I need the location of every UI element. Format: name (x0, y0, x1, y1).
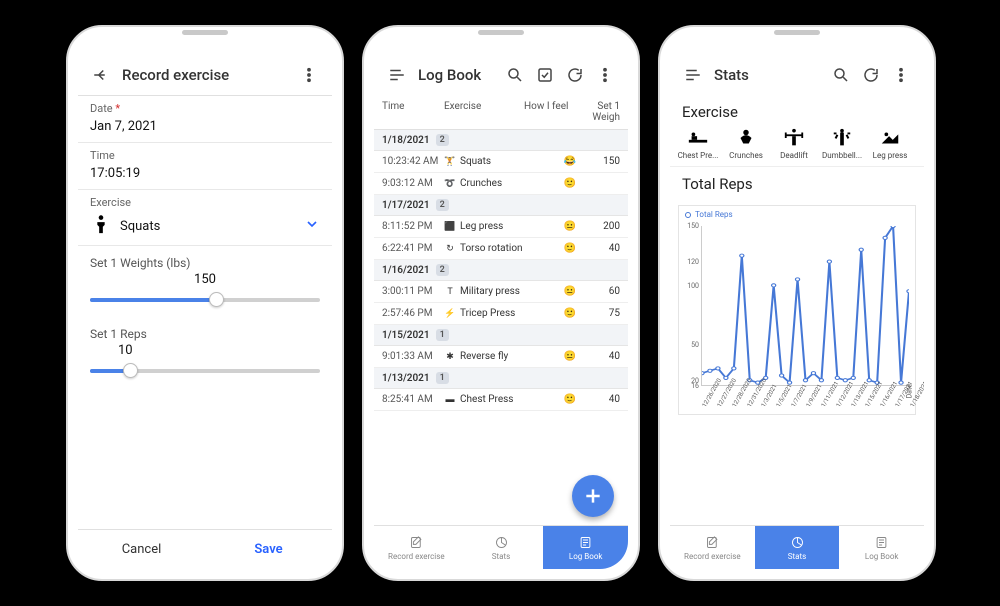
tab-stats[interactable]: Stats (459, 526, 544, 569)
tab-logbook[interactable]: Log Book (543, 526, 628, 569)
refresh-icon[interactable] (859, 63, 883, 87)
more-vert-icon[interactable] (889, 63, 913, 87)
phone-logbook: Log Book Time Exercise How I feel Set 1 … (362, 25, 640, 581)
exercise-item[interactable]: Chest Pre... (676, 125, 720, 160)
tab-label: Stats (492, 552, 510, 561)
exercise-icon (684, 125, 712, 151)
exercise-icon (828, 125, 856, 151)
set1-reps-slider[interactable] (90, 362, 320, 380)
date-group-header: 1/17/20212 (374, 195, 628, 216)
refresh-icon[interactable] (563, 63, 587, 87)
set1-weight-label: Set 1 Weights (lbs) (90, 256, 320, 270)
set1-weight-slider[interactable] (90, 291, 320, 309)
save-button[interactable]: Save (205, 530, 332, 569)
chart-title: Total Reps (670, 167, 924, 197)
date-group-header: 1/16/20212 (374, 260, 628, 281)
chevron-down-icon (304, 216, 320, 236)
squat-icon (90, 213, 112, 239)
exercise-icon (732, 125, 760, 151)
tab-label: Record exercise (684, 552, 741, 561)
date-group-header: 1/18/20212 (374, 130, 628, 151)
tab-label: Log Book (569, 552, 603, 561)
bottom-tabbar: Record exercise Stats Log Book (670, 525, 924, 569)
total-reps-chart: Total Reps 162050100120150 12/26/202012/… (678, 205, 916, 415)
exercise-label: Exercise (78, 190, 332, 209)
date-group-header: 1/13/20211 (374, 368, 628, 389)
exercise-icon (780, 125, 808, 151)
menu-icon[interactable] (385, 63, 409, 87)
exercise-label: Chest Pre... (678, 151, 719, 160)
date-group-header: 1/15/20211 (374, 325, 628, 346)
exercise-label: Crunches (729, 151, 763, 160)
bottom-tabbar: Record exercise Stats Log Book (374, 525, 628, 569)
tab-logbook[interactable]: Log Book (839, 526, 924, 569)
menu-icon[interactable] (681, 63, 705, 87)
log-row[interactable]: 8:25:41 AM▬Chest Press🙂40 (374, 389, 628, 411)
page-title: Log Book (412, 66, 500, 84)
tab-stats[interactable]: Stats (755, 526, 840, 569)
log-row[interactable]: 3:00:11 PMTMilitary press😐60 (374, 281, 628, 303)
exercise-item[interactable]: Crunches (724, 125, 768, 160)
tab-label: Log Book (865, 552, 899, 561)
set1-weight-section: Set 1 Weights (lbs) 150 (78, 246, 332, 313)
search-icon[interactable] (503, 63, 527, 87)
search-icon[interactable] (829, 63, 853, 87)
more-vert-icon[interactable] (593, 63, 617, 87)
exercise-value: Squats (112, 219, 304, 234)
log-header-row: Time Exercise How I feel Set 1 Weigh (374, 95, 628, 130)
more-vert-icon[interactable] (297, 63, 321, 87)
tab-record-exercise[interactable]: Record exercise (670, 526, 755, 569)
log-row[interactable]: 9:03:12 AM➰Crunches🙂 (374, 173, 628, 195)
chart-legend: Total Reps (685, 210, 733, 219)
set1-reps-label: Set 1 Reps (90, 327, 320, 341)
exercise-strip[interactable]: Chest Pre... Crunches Deadlift Dumbbell... L… (670, 125, 924, 167)
log-row[interactable]: 10:23:42 AM🏋Squats😂150 (374, 151, 628, 173)
checklist-icon[interactable] (533, 63, 557, 87)
exercise-label: Leg press (873, 151, 908, 160)
tab-label: Stats (788, 552, 806, 561)
exercise-label: Dumbbell... (822, 151, 862, 160)
date-field[interactable]: Jan 7, 2021 (78, 115, 332, 143)
log-row[interactable]: 9:01:33 AM✱Reverse fly😐40 (374, 346, 628, 368)
col-feel: How I feel (524, 101, 570, 123)
col-exercise: Exercise (444, 101, 524, 123)
col-time: Time (382, 101, 444, 123)
time-label: Time (78, 143, 332, 162)
cancel-button[interactable]: Cancel (78, 530, 205, 569)
col-weight: Set 1 Weigh (570, 101, 620, 123)
set1-reps-value: 10 (90, 343, 320, 358)
exercise-label: Deadlift (780, 151, 808, 160)
back-arrow-icon[interactable] (89, 63, 113, 87)
x-axis-label: Date (905, 384, 913, 398)
page-title: Stats (708, 66, 826, 84)
phone-record-exercise: Record exercise Date * Jan 7, 2021 Time … (66, 25, 344, 581)
exercise-dropdown[interactable]: Squats (78, 209, 332, 246)
time-field[interactable]: 17:05:19 (78, 162, 332, 190)
exercise-icon (876, 125, 904, 151)
exercise-item[interactable]: Dumbbell... (820, 125, 864, 160)
phone-stats: Stats Exercise Chest Pre... Crunches Deadl… (658, 25, 936, 581)
page-title: Record exercise (116, 66, 294, 84)
log-row[interactable]: 6:22:41 PM↻Torso rotation🙂40 (374, 238, 628, 260)
set1-weight-value: 150 (90, 272, 320, 287)
date-label: Date * (78, 96, 332, 115)
set1-reps-section: Set 1 Reps 10 (78, 313, 332, 384)
log-list: 1/18/2021210:23:42 AM🏋Squats😂1509:03:12 … (374, 130, 628, 411)
log-row[interactable]: 2:57:46 PM⚡Tricep Press🙂75 (374, 303, 628, 325)
exercise-item[interactable]: Deadlift (772, 125, 816, 160)
exercise-section-title: Exercise (670, 95, 924, 125)
exercise-item[interactable]: Leg press (868, 125, 912, 160)
tab-label: Record exercise (388, 552, 445, 561)
log-row[interactable]: 8:11:52 PM⬛Leg press😐200 (374, 216, 628, 238)
tab-record-exercise[interactable]: Record exercise (374, 526, 459, 569)
add-fab-button[interactable] (572, 475, 614, 517)
